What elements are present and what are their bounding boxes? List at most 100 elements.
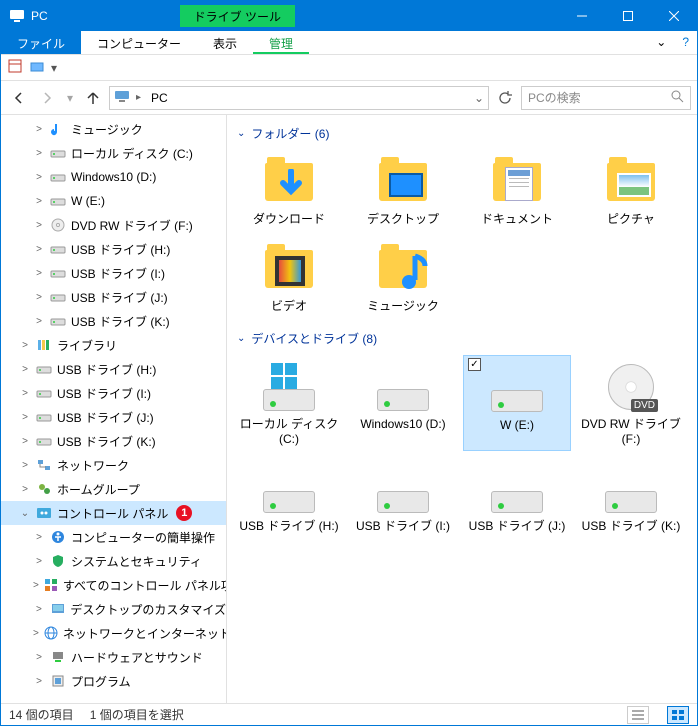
tree-item[interactable]: >ミュージック <box>1 117 226 141</box>
tree-item[interactable]: >システムとセキュリティ <box>1 549 226 573</box>
drive-icon <box>257 461 321 517</box>
tree-item[interactable]: >ハードウェアとサウンド <box>1 645 226 669</box>
expand-icon[interactable]: > <box>19 340 31 351</box>
expand-icon[interactable]: > <box>19 364 31 375</box>
folder-item[interactable]: ビデオ <box>235 237 343 318</box>
tree-item[interactable]: >USB ドライブ (K:) <box>1 309 226 333</box>
tree-item[interactable]: >ホームグループ <box>1 477 226 501</box>
navigation-tree[interactable]: >ミュージック>ローカル ディスク (C:)>Windows10 (D:)>W … <box>1 115 227 703</box>
tree-item-label: ライブラリ <box>57 337 117 354</box>
item-label: ピクチャ <box>607 212 655 227</box>
up-button[interactable] <box>81 86 105 110</box>
breadcrumb-pc[interactable]: PC <box>147 91 172 105</box>
programs-icon <box>49 672 67 690</box>
tree-item[interactable]: >DVD RW ドライブ (F:) <box>1 213 226 237</box>
drive-item[interactable]: ✓W (E:) <box>463 355 571 451</box>
expand-icon[interactable]: > <box>19 388 31 399</box>
expand-icon[interactable]: > <box>33 148 45 159</box>
tree-item[interactable]: > プログラム <box>1 669 226 693</box>
expand-icon[interactable]: > <box>19 436 31 447</box>
drive-item[interactable]: USB ドライブ (H:) <box>235 457 343 538</box>
tree-item[interactable]: >ネットワーク <box>1 453 226 477</box>
refresh-button[interactable] <box>493 86 517 110</box>
tab-view[interactable]: 表示 <box>197 31 253 54</box>
qat-dropdown-icon[interactable]: ▾ <box>51 61 57 75</box>
expand-icon[interactable]: > <box>19 460 31 471</box>
folder-item[interactable]: ドキュメント <box>463 150 571 231</box>
expand-icon[interactable]: > <box>33 292 45 303</box>
expand-icon[interactable]: > <box>33 220 45 231</box>
expand-icon[interactable]: > <box>33 316 45 327</box>
group-drives-header[interactable]: ⌄ デバイスとドライブ (8) <box>237 330 697 347</box>
tree-item[interactable]: >USB ドライブ (H:) <box>1 357 226 381</box>
expand-icon[interactable]: > <box>33 196 45 207</box>
expand-icon[interactable]: > <box>33 652 45 663</box>
drive-item[interactable]: USB ドライブ (K:) <box>577 457 685 538</box>
tree-item[interactable]: ⌄コントロール パネル1 <box>1 501 226 525</box>
folder-item[interactable]: ピクチャ <box>577 150 685 231</box>
drive-item[interactable]: USB ドライブ (I:) <box>349 457 457 538</box>
tree-item[interactable]: >USB ドライブ (K:) <box>1 429 226 453</box>
address-bar[interactable]: ▸ PC ⌄ <box>109 86 489 110</box>
tree-item[interactable]: >USB ドライブ (J:) <box>1 285 226 309</box>
drive-item[interactable]: DVDDVD RW ドライブ (F:) <box>577 355 685 451</box>
close-button[interactable] <box>651 1 697 31</box>
expand-icon[interactable]: > <box>33 124 45 135</box>
tree-item[interactable]: >USB ドライブ (I:) <box>1 261 226 285</box>
details-view-button[interactable] <box>627 706 649 724</box>
folder-item[interactable]: ダウンロード <box>235 150 343 231</box>
forward-button[interactable] <box>35 86 59 110</box>
expand-icon[interactable]: > <box>33 628 39 639</box>
tab-computer[interactable]: コンピューター <box>81 31 197 54</box>
expand-icon[interactable]: > <box>33 604 45 615</box>
address-dropdown-icon[interactable]: ⌄ <box>474 91 484 105</box>
tree-item[interactable]: >USB ドライブ (H:) <box>1 237 226 261</box>
expand-icon[interactable]: > <box>33 268 45 279</box>
status-item-count: 14 個の項目 <box>9 706 74 723</box>
desktop-icon <box>371 154 435 210</box>
tree-item-label: プログラム <box>71 673 131 690</box>
properties-icon[interactable] <box>7 58 23 77</box>
tree-item[interactable]: > ライブラリ <box>1 333 226 357</box>
tree-item[interactable]: >ネットワークとインターネット <box>1 621 226 645</box>
tree-item[interactable]: >Windows10 (D:) <box>1 165 226 189</box>
large-icons-view-button[interactable] <box>667 706 689 724</box>
expand-icon[interactable]: > <box>33 244 45 255</box>
new-folder-icon[interactable] <box>29 58 45 77</box>
recent-dropdown[interactable]: ▾ <box>63 86 77 110</box>
tree-item[interactable]: >すべてのコントロール パネル項目 <box>1 573 226 597</box>
back-button[interactable] <box>7 86 31 110</box>
expand-icon[interactable]: > <box>33 172 45 183</box>
expand-icon[interactable]: > <box>33 580 39 591</box>
tab-file[interactable]: ファイル <box>1 31 81 54</box>
expand-icon[interactable]: > <box>33 556 45 567</box>
expand-icon[interactable]: ⌄ <box>19 508 31 519</box>
group-folders-header[interactable]: ⌄ フォルダー (6) <box>237 125 697 142</box>
expand-icon[interactable]: > <box>19 484 31 495</box>
tab-manage[interactable]: 管理 <box>253 31 309 54</box>
tree-item[interactable]: >USB ドライブ (J:) <box>1 405 226 429</box>
expand-icon[interactable]: > <box>33 676 45 687</box>
expand-icon[interactable]: > <box>19 412 31 423</box>
maximize-button[interactable] <box>605 1 651 31</box>
checkbox-icon[interactable]: ✓ <box>468 358 481 371</box>
drive-icon <box>35 360 53 378</box>
tree-item[interactable]: >W (E:) <box>1 189 226 213</box>
help-button[interactable]: ? <box>674 31 697 54</box>
search-box[interactable]: PCの検索 <box>521 86 691 110</box>
chevron-right-icon[interactable]: ▸ <box>136 92 141 103</box>
tree-item[interactable]: >コンピューターの簡単操作 <box>1 525 226 549</box>
tree-item[interactable]: >ローカル ディスク (C:) <box>1 141 226 165</box>
expand-icon[interactable]: > <box>33 532 45 543</box>
drive-item[interactable]: USB ドライブ (J:) <box>463 457 571 538</box>
folder-item[interactable]: ミュージック <box>349 237 457 318</box>
tree-item[interactable]: >デスクトップのカスタマイズ <box>1 597 226 621</box>
drive-icon <box>371 461 435 517</box>
item-label: デスクトップ <box>367 212 439 227</box>
ribbon-expand-icon[interactable]: ⌄ <box>648 31 674 54</box>
tree-item[interactable]: >USB ドライブ (I:) <box>1 381 226 405</box>
drive-item[interactable]: Windows10 (D:) <box>349 355 457 451</box>
folder-item[interactable]: デスクトップ <box>349 150 457 231</box>
minimize-button[interactable] <box>559 1 605 31</box>
drive-item[interactable]: ローカル ディスク (C:) <box>235 355 343 451</box>
